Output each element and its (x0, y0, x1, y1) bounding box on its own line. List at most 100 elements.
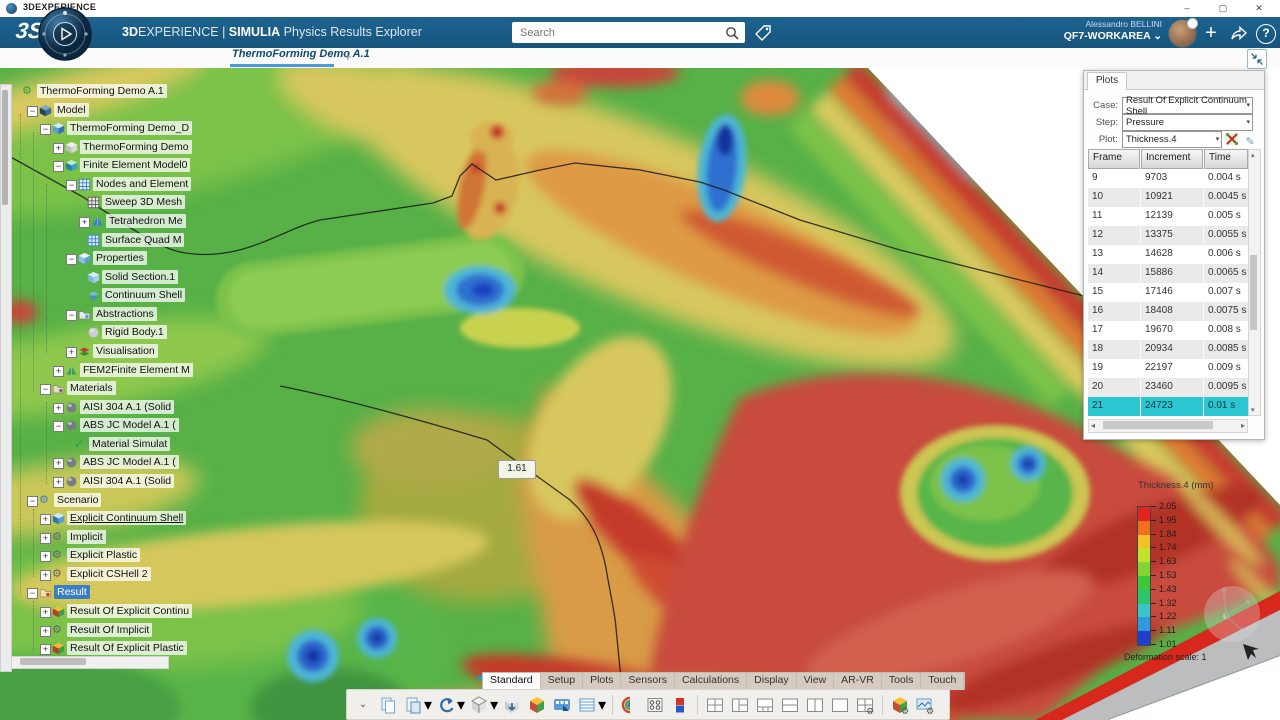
case-dropdown[interactable]: Result Of Explicit Continuum Shell▾ (1122, 97, 1253, 114)
table-cell[interactable]: 0.0055 s (1204, 226, 1248, 245)
table-cell[interactable]: 9 (1088, 169, 1140, 188)
tree-item-label[interactable]: ABS JC Model A.1 ( (80, 418, 179, 432)
tag-icon[interactable] (752, 22, 774, 44)
tree-item-label[interactable]: Result Of Explicit Plastic (67, 641, 187, 655)
tree-item-label[interactable]: Finite Element Model0 (80, 158, 190, 172)
tree-item-label[interactable]: ThermoForming Demo (80, 140, 192, 154)
collapse-toggle[interactable]: − (66, 254, 77, 265)
expand-toggle[interactable]: + (53, 366, 64, 377)
ribbon-tab-standard[interactable]: Standard (483, 673, 541, 690)
table-cell[interactable]: 22197 (1141, 359, 1203, 378)
table-cell[interactable]: 19 (1088, 359, 1140, 378)
table-cell[interactable]: 13 (1088, 245, 1140, 264)
table-cell[interactable]: 16 (1088, 302, 1140, 321)
tree-item-label[interactable]: Materials (67, 381, 116, 395)
table-cell[interactable]: 0.0045 s (1204, 188, 1248, 207)
expand-toggle[interactable]: + (53, 477, 64, 488)
collapse-panel-icon[interactable] (1247, 49, 1267, 69)
tree-item-label[interactable]: Explicit CSHell 2 (67, 567, 151, 581)
plots-tab[interactable]: Plots (1087, 72, 1127, 90)
tree-item-label[interactable]: Explicit Continuum Shell (67, 511, 186, 525)
table-cell[interactable]: 0.01 s (1204, 397, 1248, 416)
tree-vertical-scrollbar[interactable] (0, 84, 12, 672)
ribbon-tab-sensors[interactable]: Sensors (621, 673, 675, 690)
tree-item-label[interactable]: AISI 304 A.1 (Solid (80, 474, 174, 488)
frame-row-21[interactable]: 21247230.01 s (1088, 397, 1248, 416)
collapse-toggle[interactable]: − (66, 310, 77, 321)
collapse-toggle[interactable]: − (53, 421, 64, 432)
column-header-increment[interactable]: Increment (1141, 149, 1203, 169)
table-cell[interactable]: 0.008 s (1204, 321, 1248, 340)
expand-toggle[interactable]: + (79, 217, 90, 228)
paste-icon[interactable] (402, 694, 424, 716)
frame-row-9[interactable]: 997030.004 s (1088, 169, 1248, 188)
table-cell[interactable]: 20934 (1141, 340, 1203, 359)
tree-item-label[interactable]: Nodes and Element (93, 177, 191, 191)
table-cell[interactable]: 15 (1088, 283, 1140, 302)
search-input[interactable] (512, 26, 723, 40)
expand-toggle[interactable]: + (40, 514, 51, 525)
tree-item-label[interactable]: Result (54, 585, 90, 599)
frame-row-20[interactable]: 20234600.0095 s (1088, 378, 1248, 397)
table-cell[interactable]: 19670 (1141, 321, 1203, 340)
color-cube-icon[interactable] (526, 694, 548, 716)
export-cube-icon[interactable] (501, 694, 523, 716)
table-cell[interactable]: 12 (1088, 226, 1140, 245)
column-header-frame[interactable]: Frame (1088, 149, 1140, 169)
tree-item-label[interactable]: Result Of Implicit (67, 623, 152, 637)
table-cell[interactable]: 13375 (1141, 226, 1203, 245)
data-table-icon[interactable] (576, 694, 598, 716)
table-cell[interactable]: 18 (1088, 340, 1140, 359)
frame-row-10[interactable]: 10109210.0045 s (1088, 188, 1248, 207)
scroll-up-icon[interactable]: ▴ (1251, 151, 1255, 159)
table-cell[interactable]: 0.005 s (1204, 207, 1248, 226)
ribbon-tab-tools[interactable]: Tools (882, 673, 922, 690)
help-icon[interactable]: ? (1256, 24, 1276, 44)
collapse-toggle[interactable]: − (27, 588, 38, 599)
column-header-time[interactable]: Time (1204, 149, 1248, 169)
plot-dropdown[interactable]: Thickness.4▾ (1122, 131, 1222, 148)
dropdown-caret-icon[interactable]: ▾ (598, 695, 606, 715)
scrollbar-thumb[interactable] (1103, 421, 1213, 429)
table-cell[interactable]: 20 (1088, 378, 1140, 397)
expand-toggle[interactable]: + (40, 551, 51, 562)
tree-item-label[interactable]: ThermoForming Demo_D (67, 121, 192, 135)
table-cell[interactable]: 17 (1088, 321, 1140, 340)
expand-toggle[interactable]: + (53, 143, 64, 154)
layout-cols-icon[interactable] (804, 694, 826, 716)
layout-quad-icon[interactable] (704, 694, 726, 716)
tree-item-label[interactable]: Sweep 3D Mesh (102, 195, 185, 209)
layout-custom-icon[interactable]: ⚙ (854, 694, 876, 716)
tree-item-label[interactable]: AISI 304 A.1 (Solid (80, 400, 174, 414)
table-cell[interactable]: 10 (1088, 188, 1140, 207)
tree-horizontal-scrollbar[interactable] (11, 656, 169, 669)
ribbon-tab-calculations[interactable]: Calculations (675, 673, 747, 690)
expand-toggle[interactable]: + (40, 626, 51, 637)
add-app-button[interactable]: + (1200, 22, 1222, 44)
table-cell[interactable]: 17146 (1141, 283, 1203, 302)
edit-plot-pencil-icon[interactable]: ✎ (1242, 132, 1258, 147)
frame-row-17[interactable]: 17196700.008 s (1088, 321, 1248, 340)
frame-row-13[interactable]: 13146280.006 s (1088, 245, 1248, 264)
table-cell[interactable]: 12139 (1141, 207, 1203, 226)
tree-item-label[interactable]: Rigid Body.1 (102, 325, 167, 339)
tree-item-label[interactable]: FEM2Finite Element M (80, 363, 193, 377)
avatar[interactable] (1168, 19, 1197, 48)
probe-value-label[interactable]: 1.61 (498, 460, 536, 479)
expand-toggle[interactable]: + (40, 607, 51, 618)
search-icon[interactable] (723, 24, 741, 42)
table-cell[interactable]: 14 (1088, 264, 1140, 283)
collapse-toggle[interactable]: − (27, 496, 38, 507)
table-cell[interactable]: 21 (1088, 397, 1140, 416)
table-cell[interactable]: 15886 (1141, 264, 1203, 283)
frame-row-18[interactable]: 18209340.0085 s (1088, 340, 1248, 359)
frame-row-14[interactable]: 14158860.0065 s (1088, 264, 1248, 283)
section-cut-icon[interactable] (619, 694, 641, 716)
render-settings-icon[interactable]: ⚙ (889, 694, 911, 716)
tree-item-label[interactable]: ABS JC Model A.1 ( (80, 455, 179, 469)
tree-item-label[interactable]: Continuum Shell (102, 288, 185, 302)
table-cell[interactable]: 24723 (1141, 397, 1203, 416)
table-cell[interactable]: 0.0085 s (1204, 340, 1248, 359)
dropdown-caret-icon[interactable]: ▾ (424, 695, 432, 715)
collapse-toggle[interactable]: − (66, 180, 77, 191)
